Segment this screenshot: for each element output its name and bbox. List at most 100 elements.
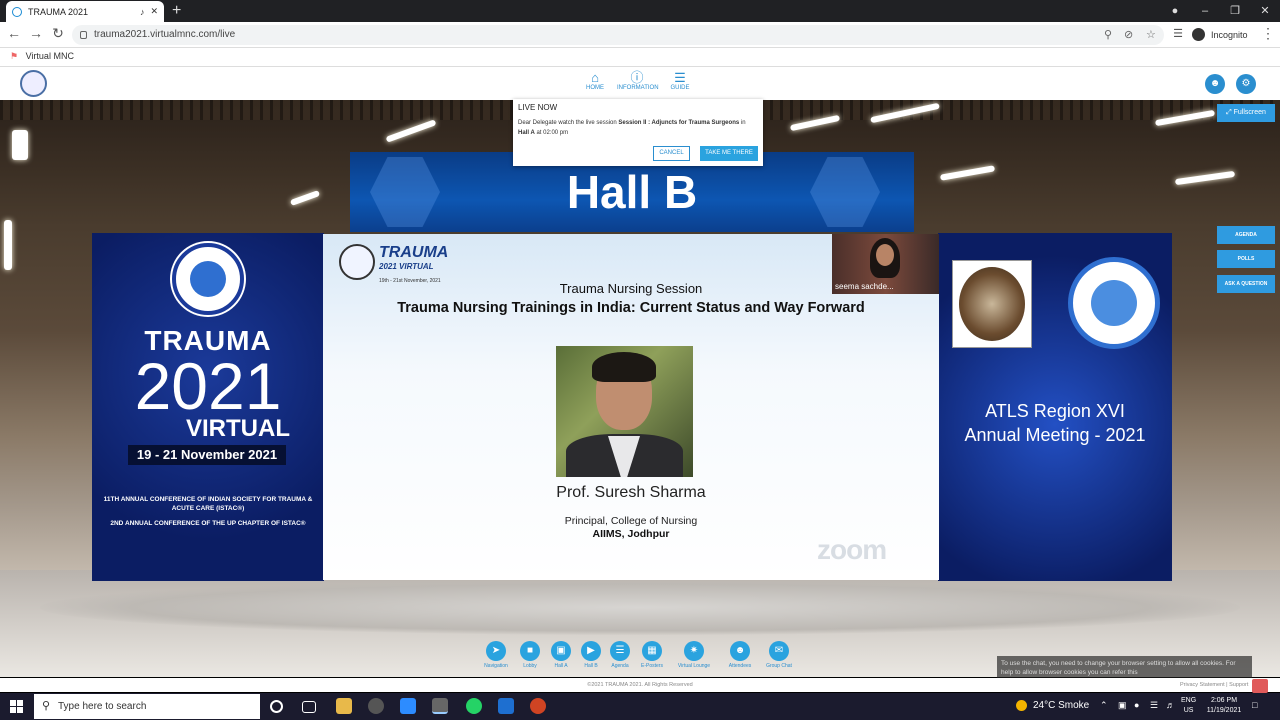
weather-widget[interactable]: 24°C Smoke xyxy=(1016,700,1089,711)
ceiling-light xyxy=(289,190,321,206)
language-indicator[interactable]: ENG US xyxy=(1181,696,1196,716)
browser-tab[interactable]: TRAUMA 2021 ♪ ✕ xyxy=(6,1,164,22)
bookmark-folder-icon: ⚑ xyxy=(10,51,19,61)
word-icon[interactable] xyxy=(498,698,514,714)
site-logo[interactable] xyxy=(20,70,47,97)
cortana-icon[interactable] xyxy=(270,700,283,713)
new-tab-button[interactable]: + xyxy=(172,1,181,21)
cancel-button[interactable]: CANCEL xyxy=(653,146,690,161)
dock-hall-a-label: Hall A xyxy=(554,663,568,669)
menu-dots-icon[interactable]: ⋮ xyxy=(1258,25,1278,42)
incognito-icon xyxy=(1192,28,1205,41)
close-tab-icon[interactable]: ✕ xyxy=(150,6,158,17)
ceiling-light xyxy=(12,130,28,160)
nav-home[interactable]: ⌂ HOME xyxy=(575,71,615,92)
windows-taskbar: ⚲ Type here to search 24°C Smoke ⌃ ▣ ● ☰… xyxy=(0,693,1280,720)
windows-start-icon[interactable] xyxy=(10,700,23,713)
polls-button[interactable]: POLLS xyxy=(1217,250,1275,268)
back-arrow-icon[interactable]: ← xyxy=(4,25,24,41)
cookie-notice: To use the chat, you need to change your… xyxy=(997,656,1252,678)
dock-attendees[interactable]: ☻ Attendees xyxy=(720,641,760,669)
user-profile-icon[interactable]: ☻ xyxy=(1205,74,1225,94)
atls-line-2: Annual Meeting - 2021 xyxy=(964,425,1146,445)
reload-icon[interactable]: ↻ xyxy=(48,25,68,42)
system-clock[interactable]: 2:06 PM 11/19/2021 xyxy=(1204,696,1244,716)
eye-off-icon[interactable]: ⊘ xyxy=(1124,25,1133,45)
restore-button[interactable]: ❐ xyxy=(1220,0,1250,22)
atls-banner: ATLS Region XVI Annual Meeting - 2021 xyxy=(938,233,1172,581)
nav-guide-label: GUIDE xyxy=(670,85,690,91)
dock-attendees-label: Attendees xyxy=(728,663,752,669)
take-me-there-button[interactable]: TAKE ME THERE xyxy=(700,146,758,161)
lounge-icon: ✷ xyxy=(684,641,704,661)
search-placeholder: Type here to search xyxy=(58,701,147,712)
bookmark-item[interactable]: Virtual MNC xyxy=(26,51,74,61)
chrome-icon[interactable] xyxy=(432,698,448,714)
search-icon: ⚲ xyxy=(42,700,51,712)
taskbar-search-input[interactable]: ⚲ Type here to search xyxy=(34,694,260,719)
language-code: ENG xyxy=(1181,697,1197,704)
ceiling-light xyxy=(4,220,12,270)
wifi-icon[interactable]: ☰ xyxy=(1150,700,1158,711)
site-favicon-icon xyxy=(12,6,22,17)
microphone-icon[interactable]: ● xyxy=(1134,700,1139,710)
zoom-lens-icon[interactable]: ⚲ xyxy=(1104,25,1112,45)
settings-gear-icon[interactable]: ⚙ xyxy=(1236,74,1256,94)
bookmark-star-icon[interactable]: ☆ xyxy=(1146,25,1156,45)
close-window-button[interactable]: ✕ xyxy=(1250,0,1280,22)
tray-chevron-icon[interactable]: ⌃ xyxy=(1100,700,1108,711)
reading-list-icon[interactable]: ☰ xyxy=(1168,27,1188,40)
nav-guide[interactable]: ☰ GUIDE xyxy=(660,71,700,92)
popup-message-in: in xyxy=(739,120,746,126)
ceiling-light xyxy=(385,119,437,143)
fullscreen-button[interactable]: ⤢ Fullscreen xyxy=(1217,104,1275,122)
bronze-seal-logo xyxy=(952,260,1032,348)
volume-icon[interactable]: ♬ xyxy=(1166,700,1175,710)
ask-question-button[interactable]: ASK A QUESTION xyxy=(1217,275,1275,293)
trauma-2021-banner: TRAUMA 2021 VIRTUAL 19 - 21 November 202… xyxy=(92,233,324,581)
task-view-icon[interactable] xyxy=(302,701,316,713)
agenda-icon: ☰ xyxy=(610,641,630,661)
istac-seal-logo xyxy=(172,243,244,315)
popup-session: Session II : Adjuncts for Trauma Surgeon… xyxy=(618,120,740,126)
atls-logo xyxy=(1068,257,1160,349)
tab-search-icon[interactable]: ● xyxy=(1160,0,1190,22)
participant-video[interactable]: seema sachde... xyxy=(832,234,939,294)
file-explorer-icon[interactable] xyxy=(336,698,352,714)
incognito-indicator[interactable]: Incognito xyxy=(1192,28,1248,41)
whatsapp-icon[interactable] xyxy=(466,698,482,714)
poster-icon: ▦ xyxy=(642,641,662,661)
zoom-app-icon[interactable] xyxy=(400,698,416,714)
attendees-icon: ☻ xyxy=(730,641,750,661)
popup-message-prefix: Dear Delegate watch the live session xyxy=(518,120,619,126)
weather-sun-icon xyxy=(1016,700,1027,711)
clock-time: 2:06 PM xyxy=(1210,697,1238,704)
chat-launcher-button[interactable] xyxy=(1252,679,1268,693)
hall-b-icon: ▶ xyxy=(581,641,601,661)
dock-group-chat[interactable]: ✉ Group Chat xyxy=(759,641,799,669)
url-field[interactable]: trauma2021.virtualmnc.com/live ⚲ ⊘ ☆ xyxy=(72,25,1164,45)
dock-virtual-lounge[interactable]: ✷ Virtual Lounge xyxy=(674,641,714,669)
nav-information[interactable]: ⓘ INFORMATION xyxy=(617,71,659,92)
dock-hall-b-label: Hall B xyxy=(584,663,598,669)
ceiling-light xyxy=(939,165,996,181)
app-icon[interactable] xyxy=(368,698,384,714)
tray-network-icon[interactable]: ▣ xyxy=(1118,700,1127,711)
atls-line-1: ATLS Region XVI xyxy=(985,401,1125,421)
powerpoint-icon[interactable] xyxy=(530,698,546,714)
chat-icon: ✉ xyxy=(769,641,789,661)
notifications-icon[interactable]: □ xyxy=(1252,700,1257,710)
speaker-name: Prof. Suresh Sharma xyxy=(556,484,706,501)
agenda-button[interactable]: AGENDA xyxy=(1217,226,1275,244)
slide-logo-title: TRAUMA xyxy=(379,244,449,261)
forward-arrow-icon[interactable]: → xyxy=(26,25,46,41)
footer-links[interactable]: Privacy Statement | Support xyxy=(1180,678,1248,692)
dock-lobby-label: Lobby xyxy=(523,663,537,669)
banner-title-virtual: VIRTUAL xyxy=(186,415,290,442)
speaker-role: Principal, College of Nursing xyxy=(564,515,698,527)
minimize-button[interactable]: – xyxy=(1190,0,1220,22)
speaker-icon[interactable]: ♪ xyxy=(140,7,145,17)
dock-e-posters[interactable]: ▦ E-Posters xyxy=(632,641,672,669)
presentation-screen[interactable]: TRAUMA 2021 VIRTUAL 19th - 21st November… xyxy=(323,234,939,580)
address-bar-row: ← → ↻ trauma2021.virtualmnc.com/live ⚲ ⊘… xyxy=(0,22,1280,48)
